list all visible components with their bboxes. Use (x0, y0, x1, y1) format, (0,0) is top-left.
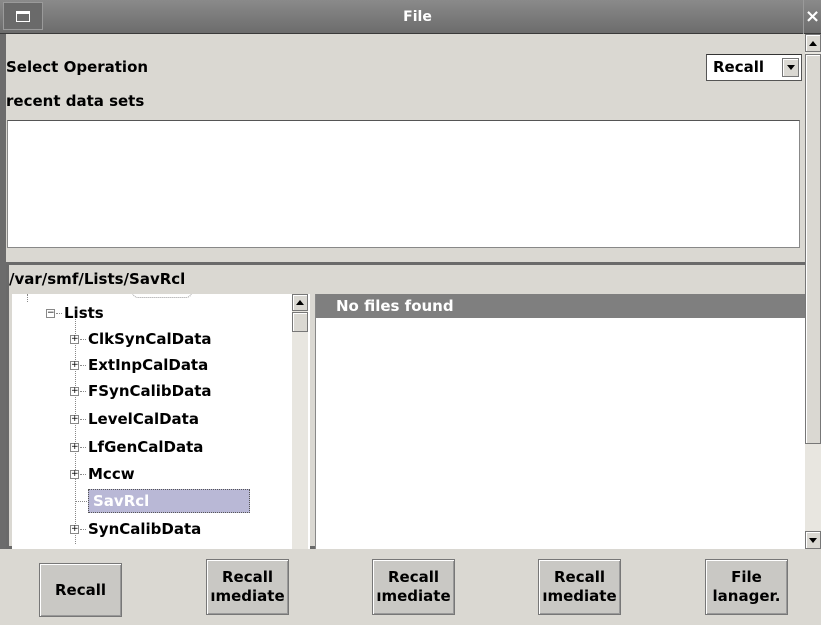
select-operation-label: Select Operation (6, 58, 149, 76)
window-menu-button[interactable] (3, 2, 43, 30)
tree-item-label: Mccw (88, 465, 135, 483)
file-list-message: No files found (316, 294, 805, 318)
scroll-thumb[interactable] (805, 54, 821, 444)
scroll-thumb[interactable] (292, 312, 308, 332)
window-title: File (403, 9, 432, 25)
expand-icon[interactable]: + (70, 525, 79, 534)
tree-parent-stub (132, 294, 192, 298)
chevron-down-icon[interactable] (782, 58, 799, 77)
window-scrollbar[interactable] (805, 34, 821, 549)
button-label-line: Recall (387, 568, 440, 586)
tree-item-label: LevelCalData (88, 410, 199, 428)
button-label-line: lanager. (712, 587, 781, 605)
window-menu-icon (16, 10, 30, 22)
expand-icon[interactable]: + (70, 470, 79, 479)
recall-immediate-3-button[interactable]: Recall ımediate (538, 559, 621, 615)
expand-icon[interactable]: + (70, 443, 79, 452)
scroll-down-icon[interactable] (805, 531, 821, 549)
tree-item-label: SynCalibData (88, 520, 202, 538)
action-button-bar: Recall Recall ımediate Recall ımediate R… (0, 549, 821, 625)
tree-item-label: FSynCalibData (88, 382, 212, 400)
button-label-line: Recall (221, 568, 274, 586)
tree-item-label: Lists (64, 304, 104, 322)
button-label-line: File (731, 568, 762, 586)
close-icon[interactable]: × (803, 0, 821, 34)
tree-guide (75, 501, 87, 502)
expand-icon[interactable]: + (70, 361, 79, 370)
directory-tree[interactable]: − Lists + ClkSynCalData + ExtInpCalData … (12, 294, 310, 551)
operation-select-value: Recall (713, 58, 765, 76)
recall-immediate-1-button[interactable]: Recall ımediate (206, 559, 289, 615)
button-label-line: Recall (553, 568, 606, 586)
button-label-line: ımediate (210, 587, 285, 605)
button-label-line: ımediate (376, 587, 451, 605)
expand-icon[interactable]: + (70, 415, 79, 424)
title-bar: File × (0, 0, 821, 34)
tree-item-savrcl-selected[interactable]: SavRcl (88, 489, 250, 513)
recent-data-sets-label: recent data sets (6, 92, 145, 110)
file-dialog-content: Select Operation Recall recent data sets… (6, 34, 806, 551)
recent-data-sets-list[interactable] (7, 120, 800, 248)
recall-immediate-2-button[interactable]: Recall ımediate (372, 559, 455, 615)
file-list[interactable]: No files found (315, 294, 805, 551)
expand-icon[interactable]: + (70, 387, 79, 396)
file-browser-panel: /var/smf/Lists/SavRcl − Lists + ClkSynCa… (6, 262, 806, 551)
operation-select[interactable]: Recall (706, 54, 802, 81)
expand-icon[interactable]: + (70, 335, 79, 344)
tree-guide (27, 294, 28, 302)
scroll-up-icon[interactable] (292, 294, 308, 311)
tree-item-label: ExtInpCalData (88, 356, 209, 374)
recall-button-label: Recall (54, 580, 107, 599)
tree-guide (75, 314, 76, 544)
tree-item-label: LfGenCalData (88, 438, 204, 456)
recall-button[interactable]: Recall (39, 563, 122, 617)
current-path: /var/smf/Lists/SavRcl (9, 270, 186, 288)
collapse-icon[interactable]: − (46, 309, 55, 318)
scroll-up-icon[interactable] (805, 34, 821, 52)
button-label-line: ımediate (542, 587, 617, 605)
file-manager-button[interactable]: File lanager. (705, 559, 788, 615)
tree-scrollbar[interactable] (292, 294, 308, 551)
tree-item-label: ClkSynCalData (88, 330, 212, 348)
